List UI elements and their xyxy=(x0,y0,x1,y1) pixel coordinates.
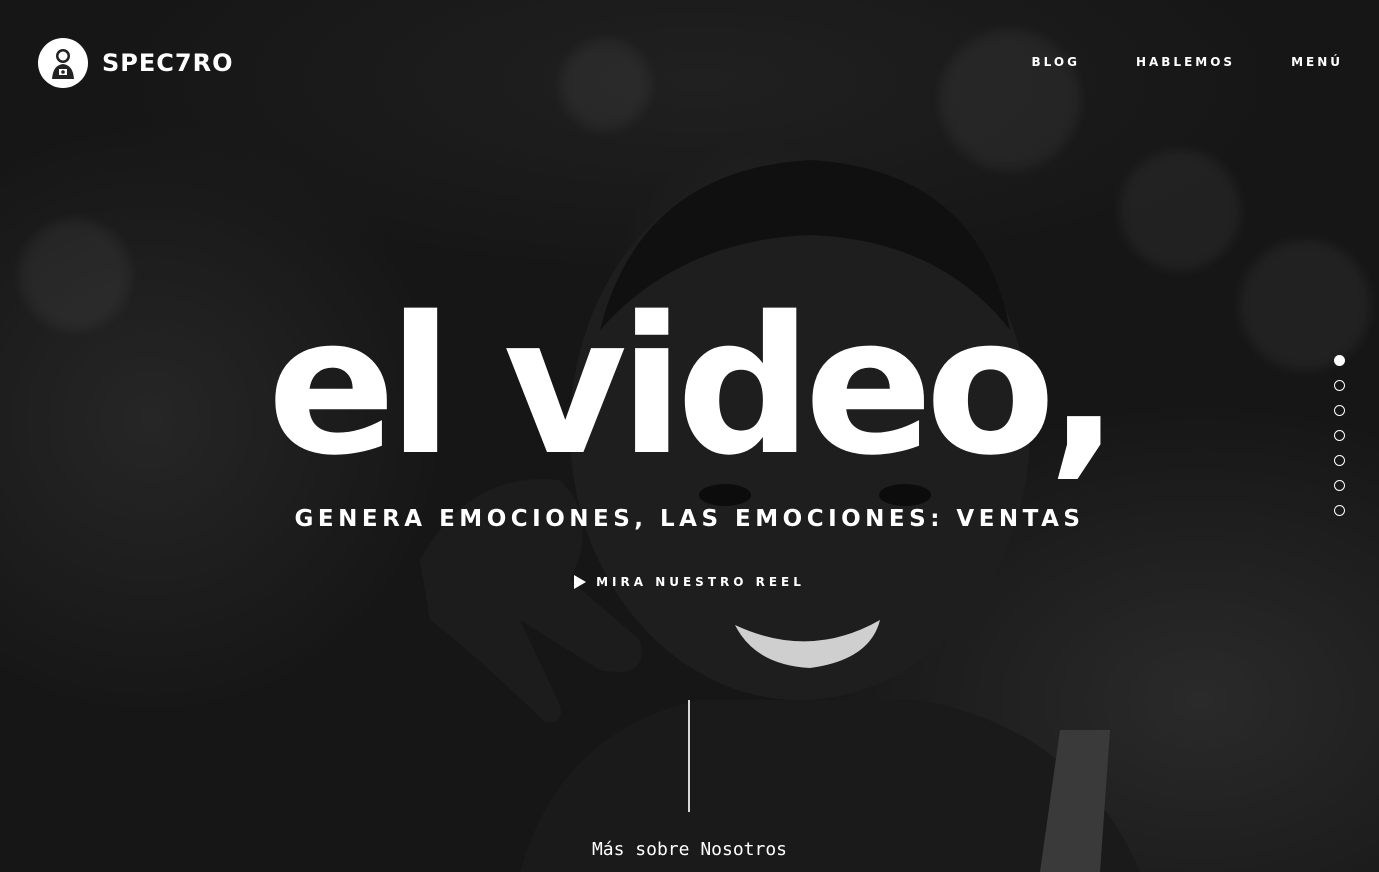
watch-reel-button[interactable]: MIRA NUESTRO REEL xyxy=(0,575,1379,589)
brand-name: SPEC7RO xyxy=(102,49,234,77)
pagination-dot[interactable] xyxy=(1334,505,1345,516)
hero-headline: el video, xyxy=(267,276,1120,497)
watch-reel-label: MIRA NUESTRO REEL xyxy=(596,575,805,589)
pagination-dot[interactable] xyxy=(1334,380,1345,391)
scroll-indicator-line xyxy=(688,700,690,812)
main-nav: BLOG HABLEMOS MENÚ xyxy=(1032,55,1343,69)
pagination-dot[interactable] xyxy=(1334,455,1345,466)
pagination-dot[interactable] xyxy=(1334,405,1345,416)
nav-item-hablemos[interactable]: HABLEMOS xyxy=(1136,55,1235,69)
play-icon xyxy=(574,575,587,589)
pagination-dot[interactable] xyxy=(1334,430,1345,441)
brand-logo[interactable]: SPEC7RO xyxy=(38,38,233,88)
more-about-us-link[interactable]: Más sobre Nosotros xyxy=(0,839,1379,860)
astronaut-icon xyxy=(38,38,88,88)
pagination-dot-active[interactable] xyxy=(1334,355,1345,366)
hero-tagline: GENERA EMOCIONES, LAS EMOCIONES: VENTAS xyxy=(294,506,1085,532)
nav-item-menu[interactable]: MENÚ xyxy=(1291,55,1343,69)
pagination-dot[interactable] xyxy=(1334,480,1345,491)
nav-item-blog[interactable]: BLOG xyxy=(1032,55,1080,69)
section-pagination xyxy=(1334,355,1345,516)
